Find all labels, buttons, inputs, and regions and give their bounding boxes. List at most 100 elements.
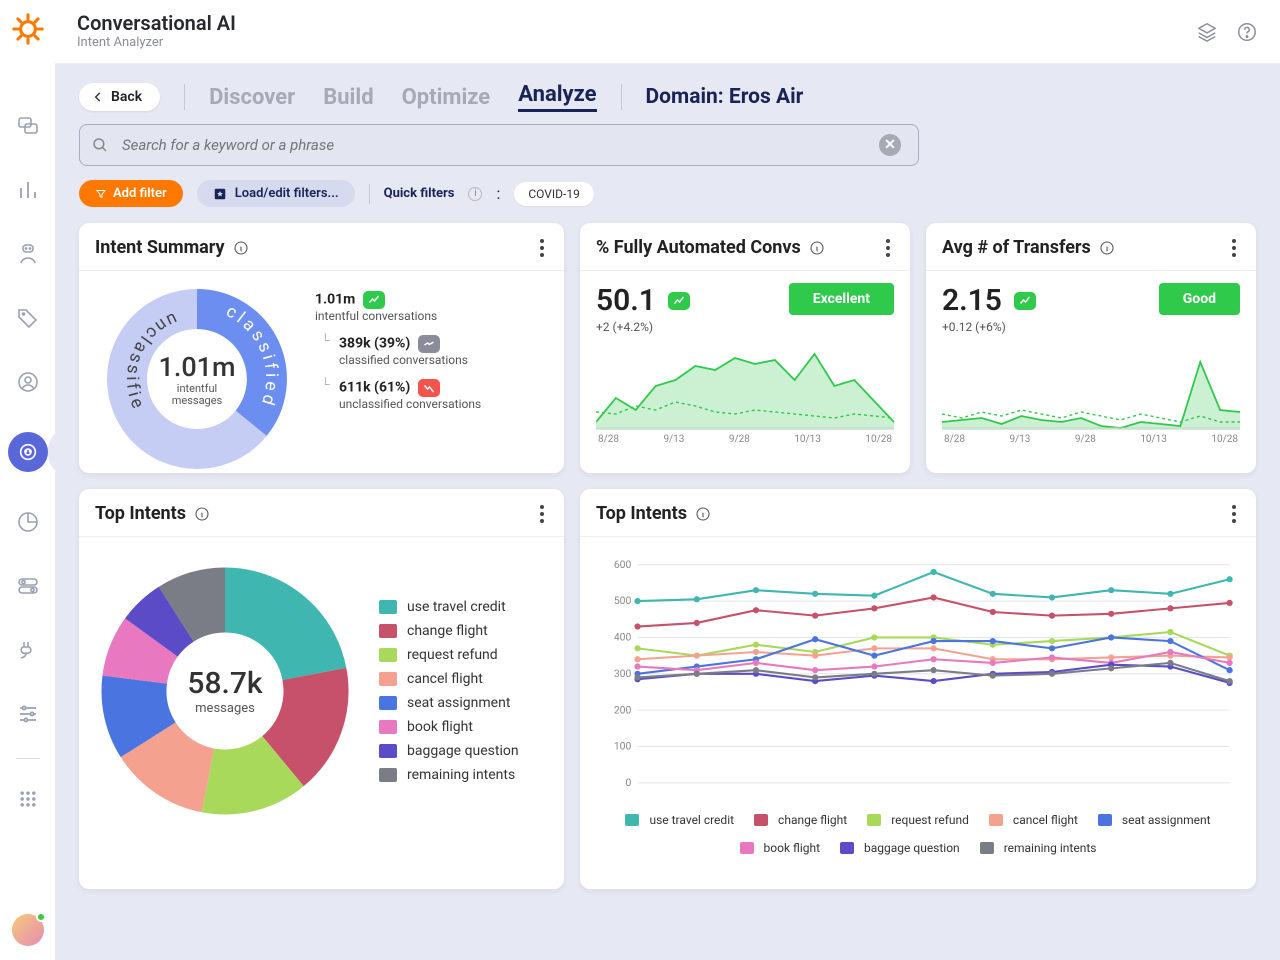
app-subtitle: Intent Analyzer (77, 36, 236, 51)
tab-discover[interactable]: Discover (209, 85, 295, 110)
nav-analytics-icon[interactable] (14, 176, 42, 204)
nav-conversations-icon[interactable] (14, 112, 42, 140)
legend-item[interactable]: cancel flight (989, 813, 1078, 827)
card-automated: % Fully Automated Convs 50.1 +2 (+4.2 (580, 223, 910, 473)
svg-text:0: 0 (625, 776, 631, 789)
svg-text:400: 400 (614, 631, 632, 644)
rating-pill: Excellent (789, 283, 894, 315)
load-filters-label: Load/edit filters... (235, 186, 339, 201)
card-menu-icon[interactable] (1228, 239, 1240, 257)
info-icon[interactable] (233, 240, 249, 256)
trend-up-icon (668, 292, 690, 310)
card-transfers: Avg # of Transfers 2.15 +0.12 (+6%) (926, 223, 1256, 473)
info-icon[interactable] (695, 506, 711, 522)
legend-item[interactable]: cancel flight (379, 671, 519, 687)
svg-text:300: 300 (614, 667, 632, 680)
intent-total-value: 1.01m (158, 351, 235, 383)
legend-item[interactable]: book flight (379, 719, 519, 735)
brand-logo-icon (11, 12, 45, 46)
line-chart-legend: use travel credit change flight request re… (596, 813, 1240, 855)
nav-toggle-icon[interactable] (14, 572, 42, 600)
help-icon[interactable] (1236, 21, 1258, 43)
back-button[interactable]: Back (79, 83, 160, 111)
nav-sliders-icon[interactable] (14, 700, 42, 728)
nav-apps-icon[interactable] (14, 785, 42, 813)
nav-agent-icon[interactable] (14, 240, 42, 268)
nav-user-icon[interactable] (14, 368, 42, 396)
quick-filter-chip[interactable]: COVID-19 (514, 182, 594, 206)
domain-label: Domain: Eros Air (646, 85, 804, 109)
nav-report-icon[interactable] (14, 508, 42, 536)
legend-item[interactable]: use travel credit (379, 599, 519, 615)
legend-item[interactable]: remaining intents (379, 767, 519, 783)
quick-filters-label: Quick filters (384, 186, 455, 201)
intent-legend: use travel credit change flight request re… (379, 599, 519, 783)
tab-analyze[interactable]: Analyze (518, 82, 596, 112)
legend-item[interactable]: baggage question (840, 841, 960, 855)
card-top-intents-donut: Top Intents 58.7k messages (79, 489, 564, 889)
layers-icon[interactable] (1196, 21, 1218, 43)
card-title: Top Intents (95, 503, 186, 524)
nav-tag-icon[interactable] (14, 304, 42, 332)
donut-label: messages (195, 701, 255, 716)
star-box-icon (213, 187, 227, 201)
intentful-value: 1.01m (315, 291, 355, 307)
filter-icon (95, 188, 107, 200)
classified-value: 389k (39%) (339, 335, 410, 351)
info-icon[interactable] (1099, 240, 1115, 256)
app-title: Conversational AI (77, 12, 236, 35)
tab-build[interactable]: Build (323, 85, 373, 110)
back-label: Back (111, 89, 142, 105)
search-input[interactable] (79, 124, 919, 166)
legend-item[interactable]: use travel credit (625, 813, 734, 827)
add-filter-label: Add filter (113, 186, 167, 201)
card-menu-icon[interactable] (1228, 505, 1240, 523)
clear-search-icon[interactable]: ✕ (879, 134, 901, 156)
legend-item[interactable]: change flight (379, 623, 519, 639)
chevron-left-icon (91, 90, 105, 104)
top-intents-line-chart: 0100200300400500600 (596, 549, 1240, 809)
card-menu-icon[interactable] (536, 505, 548, 523)
nav-intent-analyzer-icon[interactable] (8, 432, 48, 472)
quick-filters-info-icon: i (468, 187, 482, 201)
card-top-intents-line: Top Intents 0100200300400500600 use trav… (580, 489, 1256, 889)
main-column: Conversational AI Intent Analyzer Back D… (55, 0, 1280, 960)
presence-dot-icon (36, 912, 46, 922)
svg-text:500: 500 (614, 594, 632, 607)
left-sidebar (0, 0, 55, 960)
tab-optimize[interactable]: Optimize (402, 85, 491, 110)
svg-text:600: 600 (614, 558, 632, 571)
card-menu-icon[interactable] (536, 239, 548, 257)
nav-integrations-icon[interactable] (14, 636, 42, 664)
donut-total: 58.7k (187, 666, 262, 701)
trend-up-icon (1014, 292, 1036, 310)
trend-flat-icon (418, 335, 440, 353)
trend-up-icon (363, 291, 385, 309)
top-header: Conversational AI Intent Analyzer (55, 0, 1280, 64)
legend-item[interactable]: remaining intents (980, 841, 1097, 855)
transfers-delta: +0.12 (+6%) (942, 320, 1036, 334)
user-avatar[interactable] (12, 914, 44, 946)
info-icon[interactable] (809, 240, 825, 256)
unclassified-value: 611k (61%) (339, 379, 410, 395)
automated-value: 50.1 (596, 283, 656, 318)
legend-item[interactable]: request refund (379, 647, 519, 663)
transfers-value: 2.15 (942, 283, 1002, 318)
info-icon[interactable] (194, 506, 210, 522)
add-filter-button[interactable]: Add filter (79, 180, 183, 207)
card-intent-summary: Intent Summary (79, 223, 564, 473)
legend-item[interactable]: book flight (740, 841, 821, 855)
svg-text:200: 200 (614, 703, 632, 716)
card-menu-icon[interactable] (882, 239, 894, 257)
card-title: Intent Summary (95, 237, 225, 258)
rating-pill: Good (1159, 283, 1240, 315)
legend-item[interactable]: request refund (867, 813, 969, 827)
card-title: Avg # of Transfers (942, 237, 1091, 258)
legend-item[interactable]: seat assignment (379, 695, 519, 711)
legend-item[interactable]: change flight (754, 813, 847, 827)
legend-item[interactable]: baggage question (379, 743, 519, 759)
automated-delta: +2 (+4.2%) (596, 320, 690, 334)
transfers-sparkline (942, 340, 1240, 430)
load-filters-button[interactable]: Load/edit filters... (197, 180, 355, 207)
legend-item[interactable]: seat assignment (1098, 813, 1211, 827)
